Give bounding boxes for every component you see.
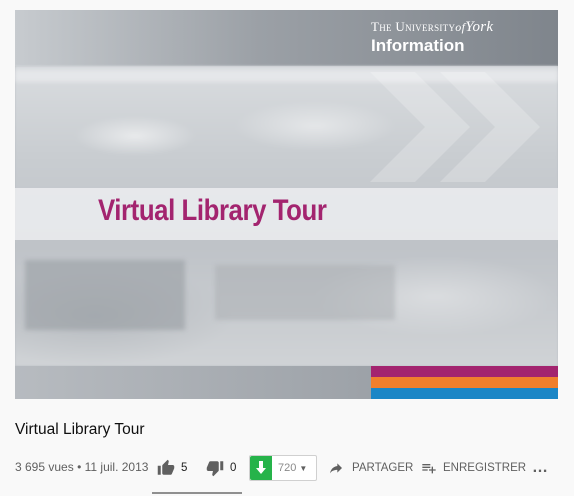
logo-york-text: York (465, 19, 494, 35)
video-stripe-orange (371, 377, 558, 388)
upload-date: 11 juil. 2013 (84, 460, 149, 474)
chevron-down-icon: ▼ (299, 463, 308, 473)
video-title: Virtual Library Tour (15, 421, 145, 438)
video-blurred-desk (215, 265, 395, 320)
save-label: ENREGISTRER (443, 462, 527, 474)
add-to-playlist-icon (421, 460, 437, 476)
logo-of-text: of (455, 20, 466, 34)
logo-university-text: The University (371, 19, 456, 34)
university-logo: The UniversityofYork Information (371, 20, 493, 56)
like-button[interactable]: 5 (157, 455, 187, 481)
view-count: 3 695 vues (15, 460, 74, 474)
download-icon (250, 456, 272, 480)
save-button[interactable]: ENREGISTRER (421, 455, 526, 481)
dislike-count: 0 (230, 462, 237, 474)
meta-separator: • (77, 460, 82, 474)
share-arrow-icon (328, 460, 344, 476)
more-actions-button[interactable]: … (532, 455, 549, 481)
more-icon: … (532, 459, 549, 476)
download-count: 720 (278, 462, 297, 474)
fast-forward-chevrons-graphic (370, 72, 540, 182)
like-ratio-bar (152, 492, 242, 494)
video-stripe-blue (371, 388, 558, 399)
video-blurred-shelf (25, 260, 185, 330)
thumbs-down-icon (206, 459, 224, 477)
video-stripe-purple (371, 366, 558, 377)
dislike-button[interactable]: 0 (206, 455, 236, 481)
download-button[interactable]: 720 ▼ (249, 455, 317, 481)
video-title-overlay: Virtual Library Tour (98, 194, 327, 227)
like-count: 5 (181, 462, 188, 474)
share-label: PARTAGER (352, 462, 414, 474)
logo-university-line: The UniversityofYork (371, 19, 494, 35)
video-player[interactable]: Virtual Library Tour The UniversityofYor… (15, 10, 558, 399)
logo-information-text: Information (371, 36, 465, 55)
share-button[interactable]: PARTAGER (328, 455, 413, 481)
video-meta: 3 695 vues • 11 juil. 2013 (15, 460, 148, 474)
thumbs-up-icon (157, 459, 175, 477)
